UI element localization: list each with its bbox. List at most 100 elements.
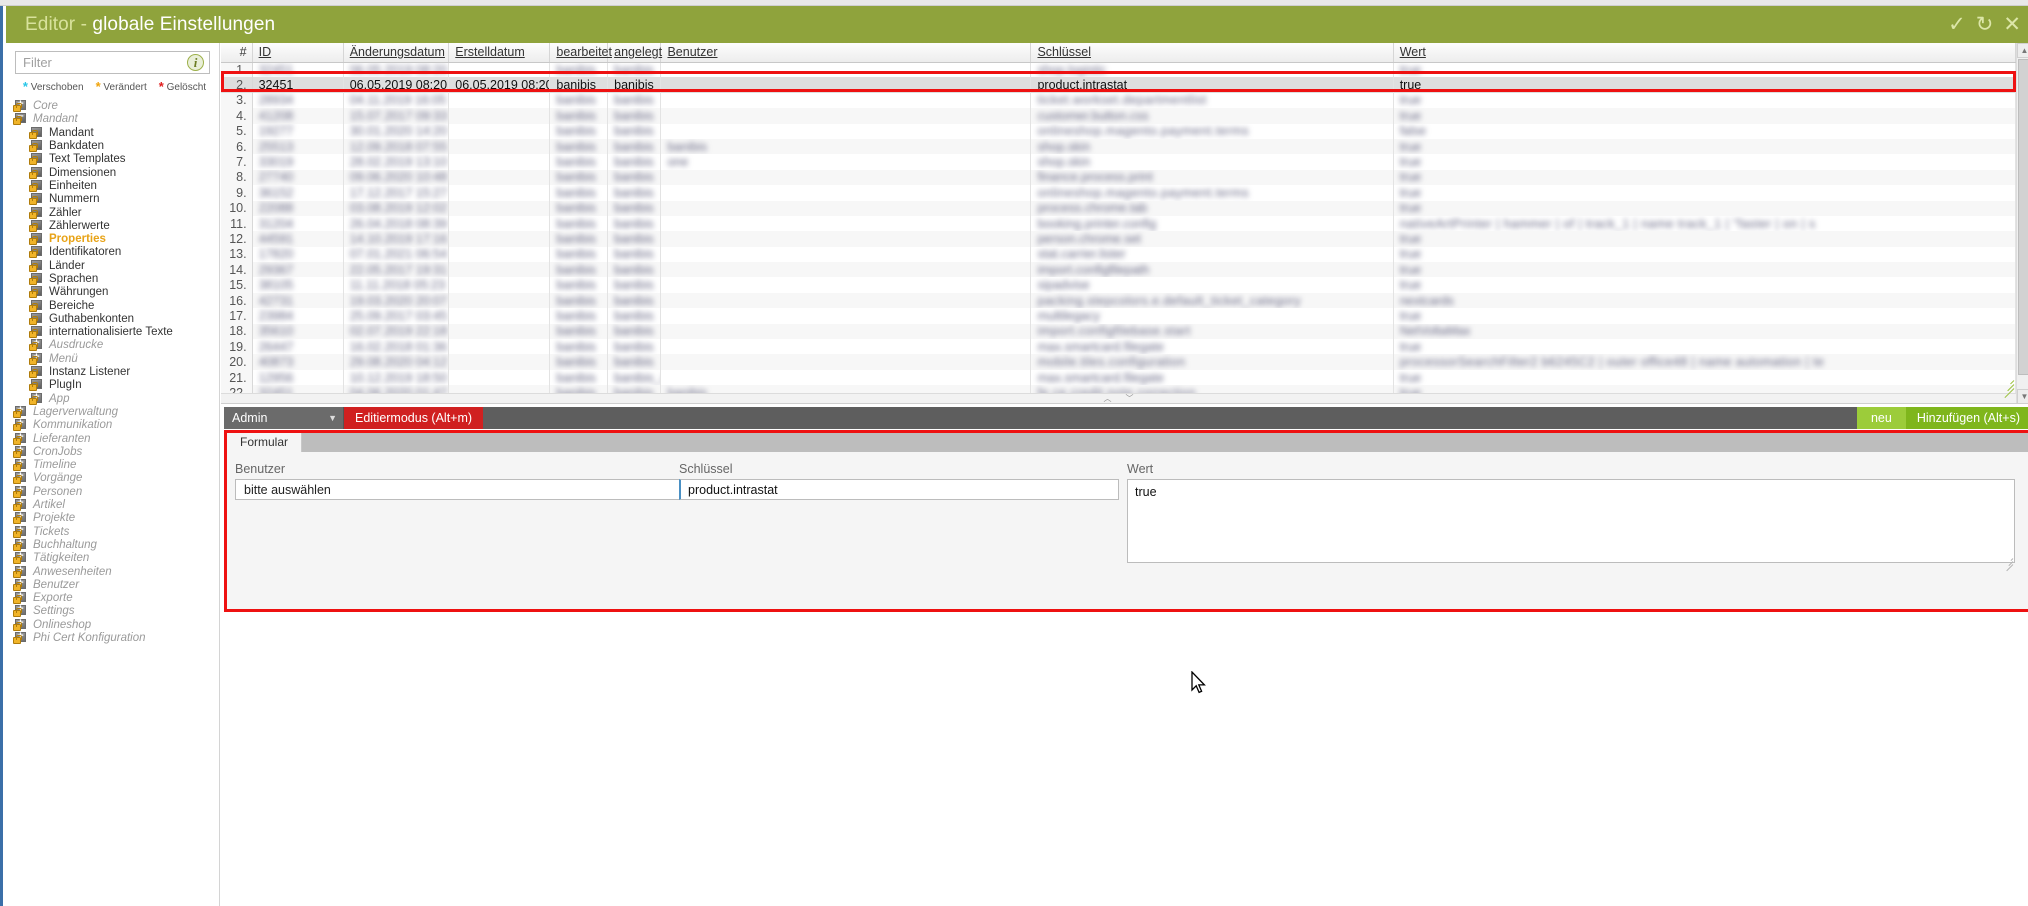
- tree-item-settings[interactable]: Settings: [6, 603, 219, 618]
- table-row[interactable]: 10. 22088 03.08.2019 12:02 banibis banibis pr…: [221, 200, 2016, 216]
- grid-splitter[interactable]: ︿ ﹀: [221, 393, 2016, 403]
- tree-item-benutzer[interactable]: Benutzer: [6, 577, 219, 592]
- tree-item-bereiche[interactable]: Bereiche: [6, 299, 219, 312]
- tree-item-lagerverwaltung[interactable]: Lagerverwaltung: [6, 404, 219, 419]
- table-row[interactable]: 9. 36152 17.12.2017 15:27 banibis banibis onl…: [221, 185, 2016, 201]
- column-header-aenderungsdatum[interactable]: Änderungsdatum: [343, 43, 450, 63]
- tree-item-sprachen[interactable]: Sprachen: [6, 273, 219, 286]
- tree-item-einheiten[interactable]: Einheiten: [6, 179, 219, 193]
- table-row[interactable]: 20. 40873 29.08.2020 04:12 banibis banibis mo…: [221, 354, 2016, 370]
- info-icon[interactable]: i: [187, 54, 204, 71]
- table-row[interactable]: 17. 23984 25.09.2017 03:45 banibis banibis mu…: [221, 308, 2016, 324]
- tree-item-properties[interactable]: Properties: [6, 233, 219, 246]
- minus-folder-locked-icon[interactable]: [13, 110, 28, 126]
- tree-item-vorgänge[interactable]: Vorgänge: [6, 470, 219, 485]
- tree-item-tätigkeiten[interactable]: Tätigkeiten: [6, 550, 219, 565]
- table-row[interactable]: 19. 26447 16.02.2018 01:36 banibis banibis ma…: [221, 339, 2016, 355]
- tree-item-kommunikation[interactable]: Kommunikation: [6, 417, 219, 432]
- reload-icon[interactable]: ↻: [1976, 14, 1994, 35]
- table-row[interactable]: 21. 12956 10.12.2019 18:50 banibis banibis_a…: [221, 369, 2016, 386]
- tree-item-artikel[interactable]: Artikel: [6, 497, 219, 512]
- table-row-selected[interactable]: 2. 32451 06.05.2019 08:20 06.05.2019 08:20 b…: [221, 77, 2016, 93]
- table-row[interactable]: 14. 29367 22.05.2017 19:31 banibis banibis im…: [221, 262, 2016, 278]
- tree-item-menü[interactable]: Menü: [6, 351, 219, 366]
- cell-aenderungsdatum: 10.12.2019 18:50: [343, 369, 450, 386]
- tree-item-zählerwerte[interactable]: Zählerwerte: [6, 219, 219, 233]
- tree-item-dimensionen[interactable]: Dimensionen: [6, 166, 219, 179]
- tree-item-cronjobs[interactable]: CronJobs: [6, 444, 219, 459]
- tree-item-länder[interactable]: Länder: [6, 259, 219, 273]
- tree-item-tickets[interactable]: Tickets: [6, 524, 219, 539]
- cell-aenderungsdatum: 16.02.2018 01:36: [343, 339, 450, 355]
- column-header-erstelldatum[interactable]: Erstelldatum: [448, 43, 551, 63]
- tree-item-phi-cert-konfiguration[interactable]: Phi Cert Konfiguration: [6, 630, 219, 645]
- plus-folder-locked-icon[interactable]: [29, 391, 44, 406]
- tree-item-app[interactable]: App: [6, 391, 219, 406]
- tree-item-buchhaltung[interactable]: Buchhaltung: [6, 537, 219, 552]
- tree-item-guthabenkonten[interactable]: Guthabenkonten: [6, 312, 219, 326]
- tree-item-nummern[interactable]: Nummern: [6, 193, 219, 206]
- column-header-id[interactable]: ID: [252, 43, 344, 63]
- table-row[interactable]: 12. 44591 14.10.2019 17:16 banibis banibis pe…: [221, 231, 2016, 247]
- column-header-bearbeitet[interactable]: bearbeitet: [549, 43, 612, 63]
- plus-folder-locked-icon[interactable]: [13, 630, 28, 645]
- tree-item-exporte[interactable]: Exporte: [6, 590, 219, 605]
- cell-num: 2.: [221, 77, 253, 93]
- column-header-angelegt[interactable]: angelegt: [607, 43, 662, 63]
- scroll-down-arrow-icon[interactable]: ▼: [2017, 389, 2028, 403]
- scrollbar-thumb[interactable]: [2018, 59, 2028, 375]
- tree-item-zähler[interactable]: Zähler: [6, 206, 219, 219]
- check-icon[interactable]: ✓: [1948, 14, 1966, 35]
- tree-item-mandant[interactable]: Mandant: [6, 110, 219, 126]
- tree-item-timeline[interactable]: Timeline: [6, 457, 219, 472]
- table-row[interactable]: 11. 31204 26.04.2018 08:39 banibis banibis bo…: [221, 215, 2016, 232]
- table-row[interactable]: 1. 32451 06.05.2019 08:20 banibis banibis sho…: [221, 62, 2016, 78]
- redacted-text: shop.skin: [1037, 155, 1091, 170]
- table-row[interactable]: 8. 27740 09.06.2020 10:48 banibis banibis fin…: [221, 169, 2016, 186]
- column-header-schluessel[interactable]: Schlüssel: [1030, 43, 1394, 63]
- column-header-benutzer[interactable]: Benutzer: [660, 43, 1032, 63]
- filter-box[interactable]: i: [15, 51, 210, 74]
- tree-item-währungen[interactable]: Währungen: [6, 286, 219, 299]
- tree-item-identifikatoren[interactable]: Identifikatoren: [6, 246, 219, 259]
- tree-item-personen[interactable]: Personen: [6, 484, 219, 499]
- cell-angelegt: banibis: [607, 92, 662, 109]
- column-header-wert[interactable]: Wert: [1393, 43, 2016, 63]
- splitter-chevron-up-icon: ︿: [1103, 394, 1112, 403]
- tree-item-anwesenheiten[interactable]: Anwesenheiten: [6, 564, 219, 578]
- table-row[interactable]: 16. 42731 19.03.2020 20:07 banibis banibis pa…: [221, 292, 2016, 309]
- grid-vertical-scrollbar[interactable]: ▲ ▼: [2016, 43, 2028, 403]
- wert-textarea[interactable]: [1127, 479, 2015, 563]
- edit-mode-button[interactable]: Editiermodus (Alt+m): [344, 407, 484, 429]
- splitter-chevron-down-icon: ﹀: [1125, 394, 1134, 403]
- add-button[interactable]: Hinzufügen (Alt+s): [1905, 407, 2028, 429]
- tree-item-lieferanten[interactable]: Lieferanten: [6, 431, 219, 445]
- scroll-up-arrow-icon[interactable]: ▲: [2017, 43, 2028, 58]
- user-scope-dropdown[interactable]: Admin ▼: [224, 407, 344, 429]
- table-row[interactable]: 13. 17820 07.01.2021 06:54 banibis banibis st…: [221, 246, 2016, 263]
- tree-item-onlineshop[interactable]: Onlineshop: [6, 617, 219, 632]
- plus-folder-locked-icon[interactable]: [29, 351, 44, 366]
- filter-input[interactable]: [16, 52, 209, 73]
- table-row[interactable]: 5. 19277 30.01.2020 14:20 banibis banibis onl…: [221, 123, 2016, 139]
- new-button[interactable]: neu: [1856, 407, 1906, 429]
- close-icon[interactable]: ✕: [2003, 14, 2021, 35]
- table-row[interactable]: 7. 33019 28.02.2019 13:10 banibis banibis one…: [221, 154, 2016, 170]
- tree-item-instanz-listener[interactable]: Instanz Listener: [6, 366, 219, 379]
- tree-item-label: Artikel: [33, 499, 65, 512]
- tree-item-text-templates[interactable]: Text Templates: [6, 153, 219, 166]
- table-row[interactable]: 18. 35610 02.07.2019 22:18 banibis banibis im…: [221, 323, 2016, 340]
- tree-item-mandant[interactable]: Mandant: [6, 126, 219, 140]
- tree-item-core[interactable]: Core: [6, 98, 219, 113]
- table-row[interactable]: 15. 38105 11.11.2018 05:23 banibis banibis si…: [221, 277, 2016, 293]
- table-row[interactable]: 4. 41208 15.07.2017 09:33 banibis banibis cus…: [221, 108, 2016, 124]
- table-row[interactable]: 3. 28934 04.11.2019 16:05 banibis banibis tic…: [221, 92, 2016, 109]
- column-header-num[interactable]: #: [221, 43, 253, 63]
- tree-item-bankdaten[interactable]: Bankdaten: [6, 140, 219, 153]
- redacted-text: onlineshop.magento.payment.terms: [1037, 124, 1249, 139]
- schluessel-input[interactable]: [679, 479, 1119, 500]
- table-row[interactable]: 6. 25513 12.09.2018 07:55 banibis banibis ban…: [221, 138, 2016, 155]
- tree-item-projekte[interactable]: Projekte: [6, 510, 219, 525]
- grid-resize-handle-icon[interactable]: [2000, 377, 2015, 399]
- tab-formular[interactable]: Formular: [227, 433, 303, 452]
